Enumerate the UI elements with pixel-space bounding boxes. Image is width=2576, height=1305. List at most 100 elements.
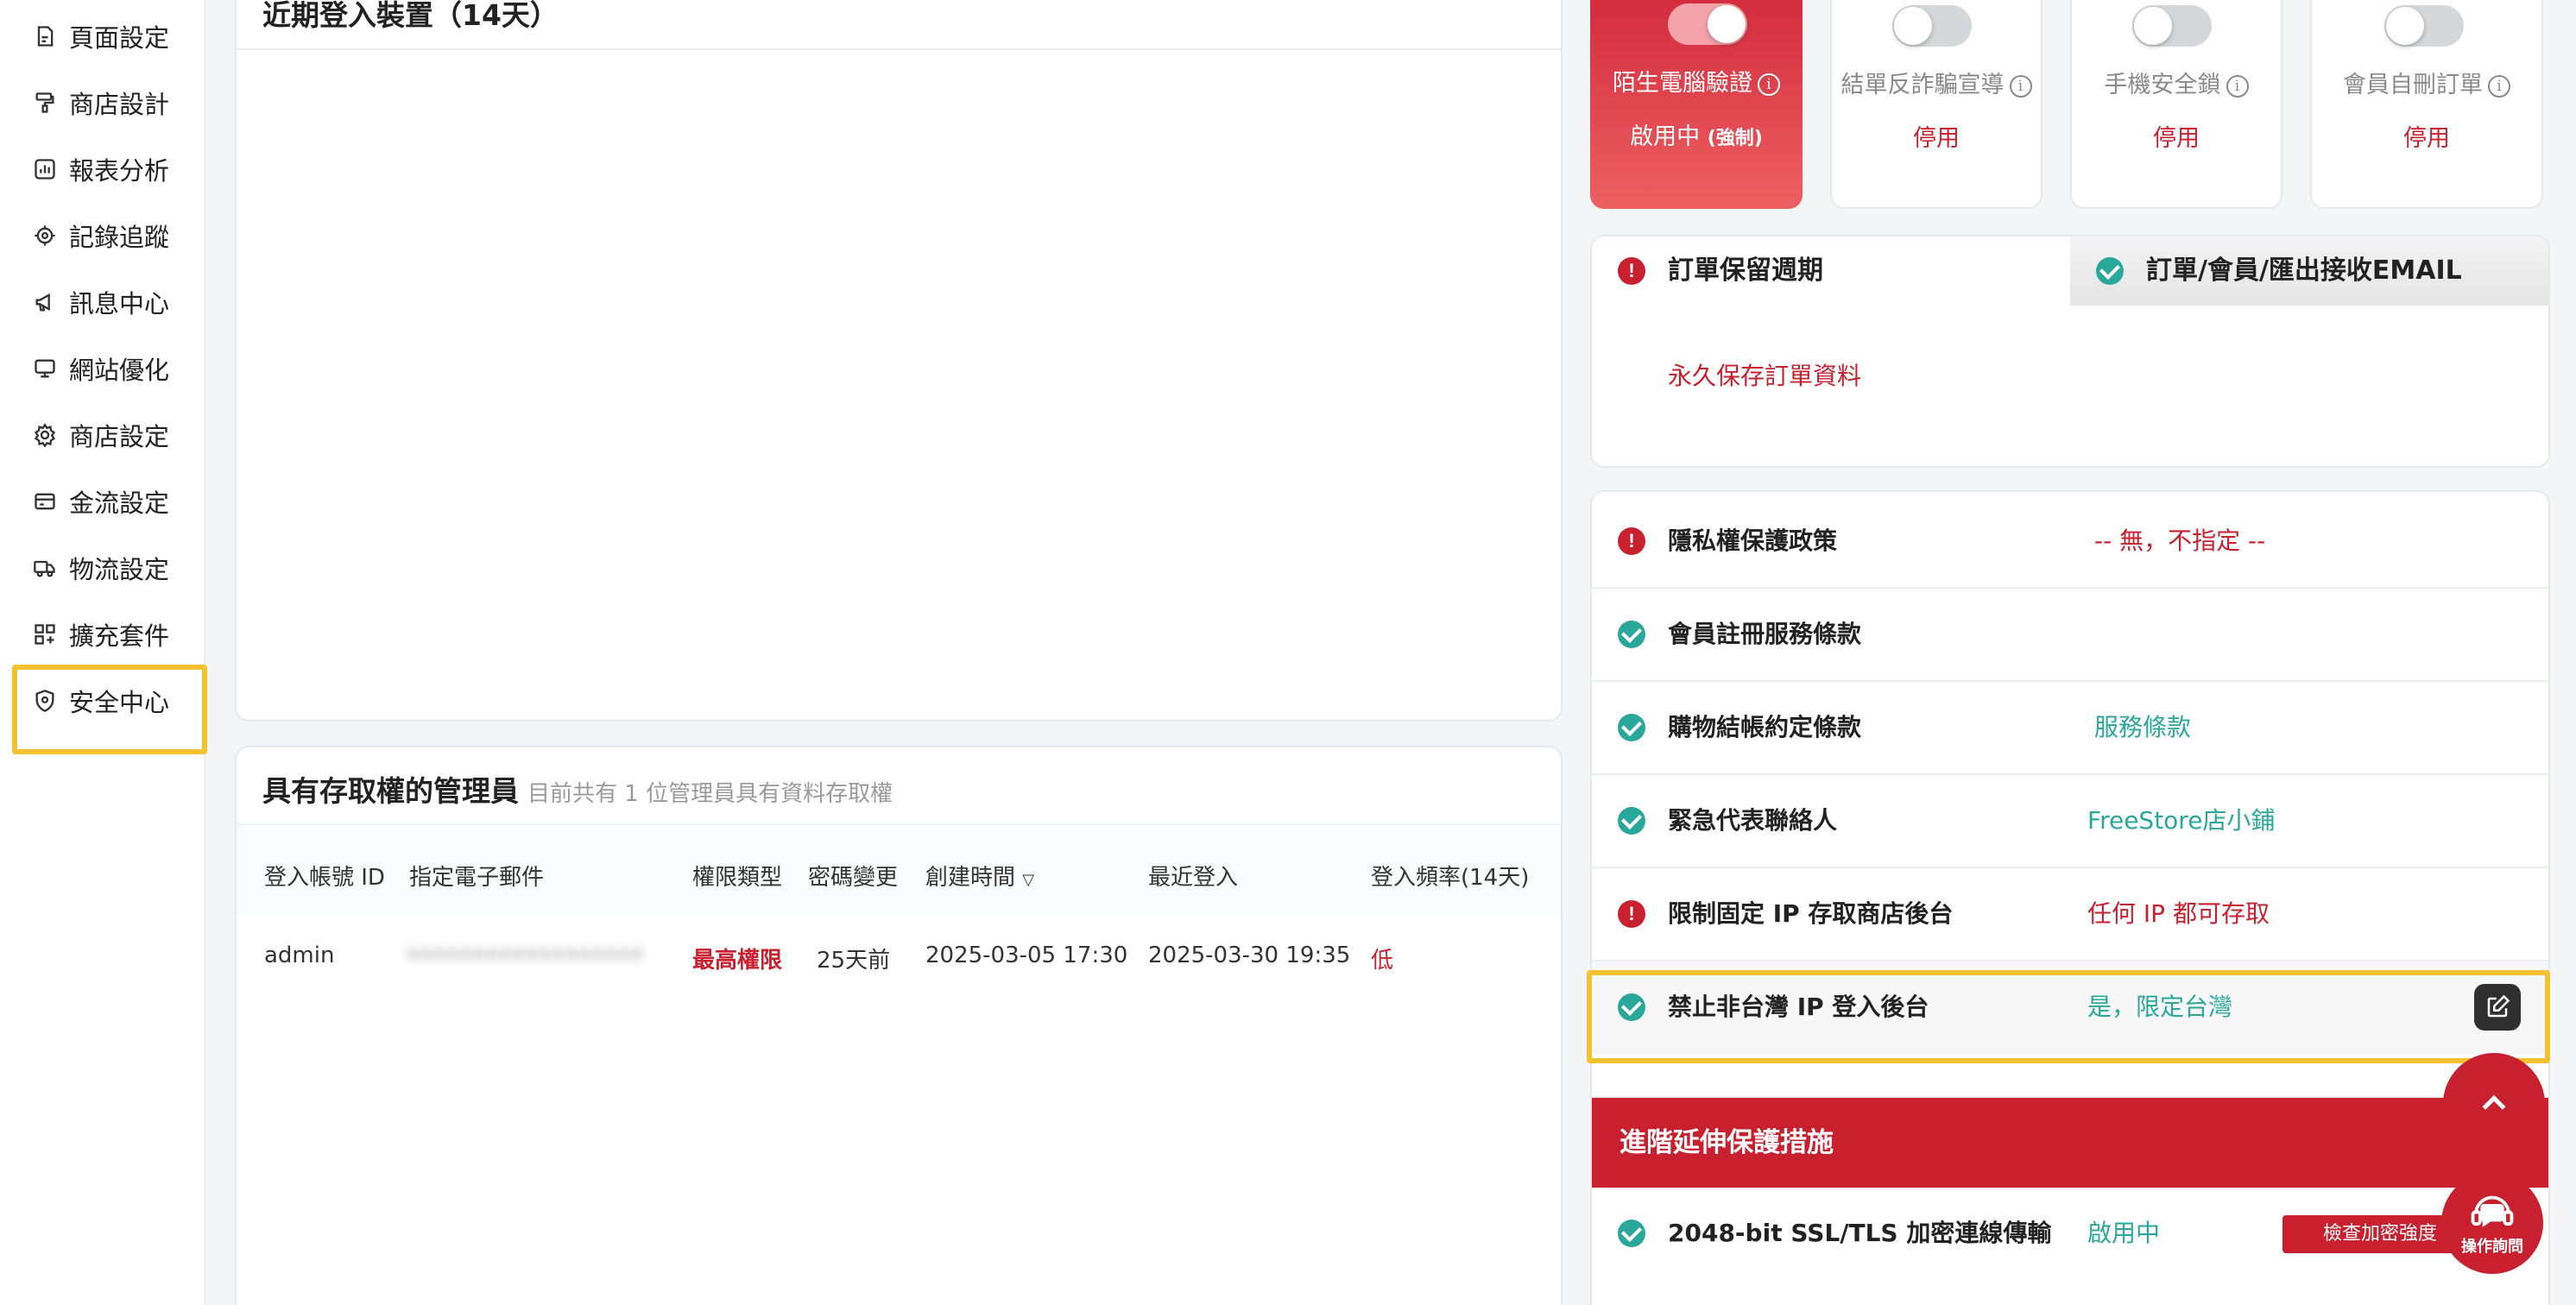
admins-title-row: 具有存取權的管理員 目前共有 1 位管理員具有資料存取權 — [262, 768, 893, 810]
cell-password-change: 25天前 — [817, 948, 891, 974]
sidebar-item-page-settings[interactable]: 頁面設定 — [33, 10, 169, 62]
column-header-sortable[interactable]: 創建時間 ▽ — [925, 860, 1034, 892]
sort-down-icon: ▽ — [1022, 871, 1035, 889]
setting-label: 隱私權保護政策 — [1668, 526, 1838, 555]
cell-frequency: 低 — [1371, 948, 1394, 974]
setting-label: 2048-bit SSL/TLS 加密連線傳輸 — [1668, 1219, 2052, 1247]
sidebar-item-store-design[interactable]: 商店設計 — [33, 77, 169, 129]
order-retention-value: 永久保存訂單資料 — [1668, 362, 1862, 390]
scroll-top-button[interactable] — [2443, 1053, 2545, 1155]
admins-subtitle: 目前共有 1 位管理員具有資料存取權 — [527, 781, 893, 807]
setting-value: 啟用中 — [2087, 1219, 2161, 1247]
sidebar-item-store-settings[interactable]: 商店設定 — [33, 409, 169, 461]
sidebar: 頁面設定 商店設計 報表分析 記錄追蹤 訊息中心 網站優化 商店設定 金流設定 … — [0, 0, 207, 1305]
grid-plus-icon — [33, 622, 57, 646]
toggle-status: 啟用中 (強制) — [1630, 123, 1763, 150]
column-header: 權限類型 — [692, 865, 783, 891]
sidebar-item-label: 網站優化 — [69, 356, 170, 385]
error-icon: ! — [1618, 527, 1645, 555]
cell-role: 最高權限 — [692, 948, 783, 974]
sidebar-item-reports[interactable]: 報表分析 — [33, 143, 169, 195]
tab-receive-email[interactable]: 訂單/會員/匯出接收EMAIL — [2070, 236, 2548, 306]
toggle-label: 手機安全鎖 i — [2072, 66, 2281, 99]
admins-panel: 具有存取權的管理員 目前共有 1 位管理員具有資料存取權 登入帳號 ID 指定電子… — [235, 746, 1563, 1305]
sidebar-item-label: 報表分析 — [69, 156, 170, 186]
sidebar-item-logistics[interactable]: 物流設定 — [33, 542, 169, 594]
setting-row-ssl[interactable]: 2048-bit SSL/TLS 加密連線傳輸 啟用中 檢查加密強度 — [1592, 1188, 2548, 1281]
setting-label: 會員註冊服務條款 — [1668, 620, 1862, 648]
sidebar-item-label: 商店設定 — [69, 422, 170, 451]
gear-icon — [33, 423, 57, 447]
info-icon[interactable]: i — [1758, 72, 1780, 96]
toggle-status: 停用 — [1913, 125, 1960, 152]
setting-row-checkout-terms[interactable]: 購物結帳約定條款 服務條款 — [1592, 682, 2548, 775]
sidebar-item-label: 金流設定 — [69, 489, 170, 518]
setting-value: 任何 IP 都可存取 — [2087, 899, 2270, 928]
tab-label: 訂單保留週期 — [1668, 255, 1823, 286]
check-icon — [1618, 621, 1645, 648]
cell-created: 2025-03-05 17:30 — [925, 942, 1128, 968]
toggle-switch[interactable] — [1668, 3, 1747, 45]
tab-order-retention[interactable]: ! 訂單保留週期 — [1592, 236, 2070, 306]
toggle-switch[interactable] — [2384, 5, 2464, 47]
toggle-label: 會員自刪訂單 i — [2312, 66, 2541, 99]
selection-highlight — [12, 665, 207, 754]
setting-row-ip-restriction[interactable]: ! 限制固定 IP 存取商店後台 任何 IP 都可存取 — [1592, 868, 2548, 961]
toggle-label: 陌生電腦驗證 i — [1590, 64, 1803, 98]
divider — [237, 48, 1561, 50]
chart-icon — [33, 157, 57, 181]
sidebar-item-label: 商店設計 — [69, 90, 170, 119]
help-button[interactable]: 操作詢問 — [2441, 1172, 2543, 1274]
sidebar-item-label: 擴充套件 — [69, 621, 170, 651]
sidebar-item-label: 訊息中心 — [69, 289, 170, 318]
headset-icon — [2471, 1195, 2514, 1227]
cell-email-blurred: •••••••••••••••••• — [406, 942, 645, 968]
setting-label: 限制固定 IP 存取商店後台 — [1668, 899, 1954, 928]
toggle-card-phone-lock: 手機安全鎖 i 停用 — [2070, 0, 2282, 209]
column-header: 登入頻率(14天) — [1371, 865, 1530, 891]
info-icon[interactable]: i — [2009, 74, 2032, 98]
recent-devices-title: 近期登入裝置（14天） — [262, 0, 559, 32]
toggle-card-member-delete-order: 會員自刪訂單 i 停用 — [2310, 0, 2543, 209]
monitor-icon — [33, 356, 57, 381]
setting-row-privacy-policy[interactable]: ! 隱私權保護政策 -- 無，不指定 -- — [1592, 495, 2548, 589]
column-header: 密碼變更 — [808, 865, 899, 891]
setting-row-emergency-contact[interactable]: 緊急代表聯絡人 FreeStore店小鋪 — [1592, 775, 2548, 868]
admins-title: 具有存取權的管理員 — [262, 774, 519, 808]
toggle-card-unknown-device: 陌生電腦驗證 i 啟用中 (強制) — [1590, 0, 1803, 209]
error-icon: ! — [1618, 900, 1645, 928]
target-icon — [33, 224, 57, 248]
page-icon — [33, 24, 57, 48]
advanced-header: 進階延伸保護措施 — [1592, 1098, 2548, 1188]
toggle-status: 停用 — [2153, 125, 2200, 152]
sidebar-item-label: 物流設定 — [69, 555, 170, 584]
column-header: 登入帳號 ID — [264, 865, 385, 891]
setting-row-member-terms[interactable]: 會員註冊服務條款 — [1592, 589, 2548, 682]
info-icon[interactable]: i — [2226, 74, 2249, 98]
sidebar-item-payment[interactable]: 金流設定 — [33, 476, 169, 527]
check-icon — [1618, 1220, 1645, 1247]
check-icon — [1618, 714, 1645, 741]
recent-devices-panel: 近期登入裝置（14天） — [235, 0, 1563, 722]
selection-highlight — [1587, 970, 2550, 1063]
megaphone-icon — [33, 290, 57, 314]
setting-value[interactable]: 服務條款 — [2094, 682, 2191, 773]
advanced-protection-panel: 進階延伸保護措施 2048-bit SSL/TLS 加密連線傳輸 啟用中 檢查加… — [1590, 1096, 2550, 1305]
check-icon — [1618, 807, 1645, 835]
sidebar-item-tracking[interactable]: 記錄追蹤 — [33, 210, 169, 262]
sidebar-item-seo[interactable]: 網站優化 — [33, 343, 169, 394]
setting-value: FreeStore店小鋪 — [2087, 806, 2276, 835]
info-icon[interactable]: i — [2488, 74, 2510, 98]
cell-last-login: 2025-03-30 19:35 — [1148, 942, 1351, 968]
sidebar-item-messages[interactable]: 訊息中心 — [33, 276, 169, 328]
sidebar-item-label: 記錄追蹤 — [69, 223, 170, 252]
toggle-label: 結單反詐騙宣導 i — [1832, 66, 2041, 99]
truck-icon — [33, 556, 57, 580]
toggle-switch[interactable] — [2132, 5, 2212, 47]
setting-label: 緊急代表聯絡人 — [1668, 806, 1838, 835]
chevron-up-icon — [2482, 1094, 2506, 1110]
sidebar-item-extensions[interactable]: 擴充套件 — [33, 608, 169, 660]
toggle-switch[interactable] — [1892, 5, 1972, 47]
order-retention-panel: ! 訂單保留週期 訂單/會員/匯出接收EMAIL 永久保存訂單資料 — [1590, 235, 2550, 468]
check-icon — [2096, 257, 2124, 285]
